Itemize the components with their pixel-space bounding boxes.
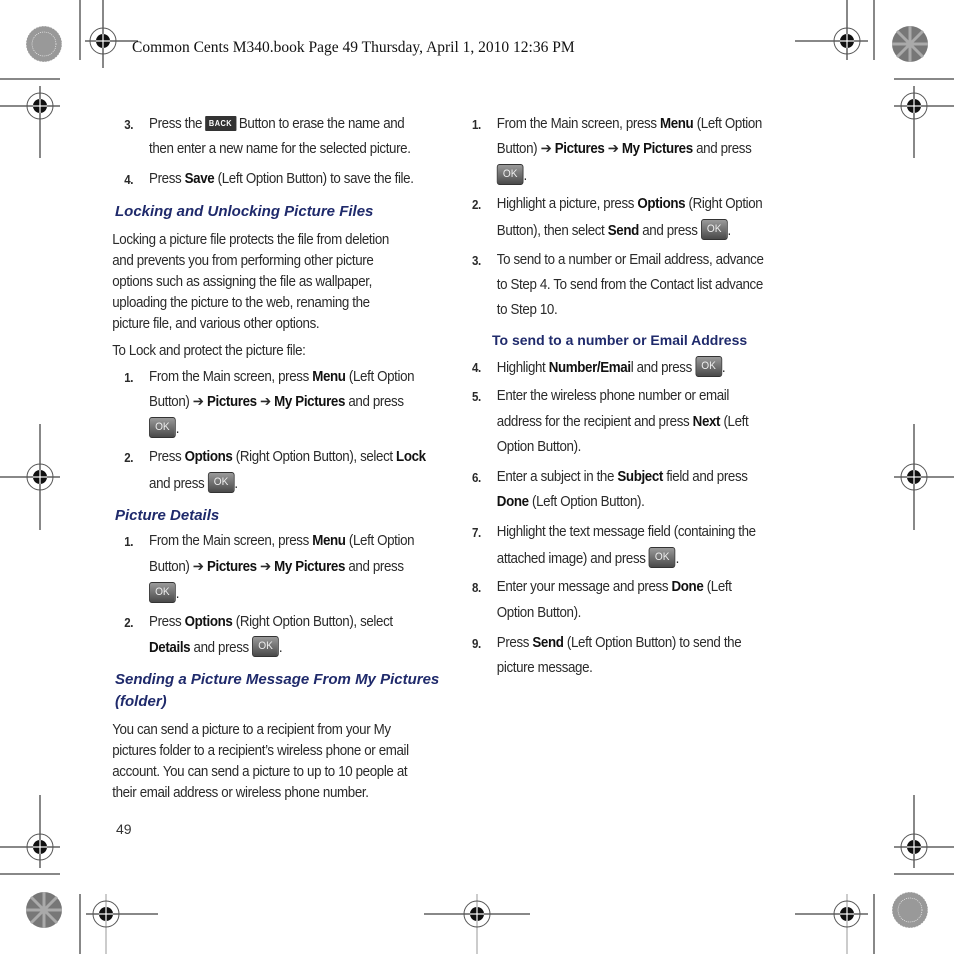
step-number: 4. (124, 173, 134, 187)
step-number: 2. (471, 198, 481, 212)
step-text: picture message. (496, 660, 593, 676)
step-number: 1. (471, 118, 481, 132)
step-text: to Step 10. (496, 302, 558, 318)
step-text: OK. (149, 582, 179, 603)
step-text: Press Send (Left Option Button) to send … (496, 635, 742, 651)
step-text: Button) ➔ Pictures ➔ My Pictures and pre… (149, 394, 404, 410)
ok-key-icon: OK (252, 636, 279, 657)
para-line: Locking a picture file protects the file… (112, 232, 389, 248)
step-text: Highlight the text message field (contai… (496, 524, 756, 540)
left-column: 3. Press the BACK Button to erase the name… (0, 0, 878, 954)
step-text: to Step 4. To send from the Contact list… (496, 277, 763, 293)
step-text: OK. (149, 417, 179, 438)
step-text: Highlight Number/Email and press OK. (497, 356, 726, 377)
step-text: Press Options (Right Option Button), sel… (149, 449, 426, 465)
intro-text: To Lock and protect the picture file: (112, 343, 306, 359)
ok-key-icon: OK (695, 356, 722, 377)
step-text: OK. (496, 164, 527, 185)
step-text: Button) ➔ Pictures ➔ My Pictures and pre… (149, 559, 404, 575)
step-text: From the Main screen, press Menu (Left O… (496, 116, 763, 132)
step-number: 5. (471, 390, 481, 404)
ok-key-icon: OK (149, 582, 176, 603)
subheading-send-number: To send to a number or Email Address (492, 332, 748, 348)
step-number: 2. (124, 451, 134, 465)
back-key-icon: BACK (204, 115, 237, 131)
para-line: pictures folder to a recipient’s wireles… (112, 743, 409, 759)
step-text: then enter a new name for the selected p… (149, 141, 411, 157)
step-number: 8. (471, 581, 481, 595)
text: Press (149, 171, 185, 187)
section-heading-locking: Locking and Unlocking Picture Files (115, 203, 374, 220)
para-line: uploading the picture to the web, renami… (112, 295, 370, 311)
step-text: Enter a subject in the Subject field and… (496, 469, 748, 485)
step-text: attached image) and press OK. (497, 547, 679, 568)
para-line: You can send a picture to a recipient fr… (112, 722, 391, 738)
step-text: Enter your message and press Done (Left (496, 579, 732, 595)
step-number: 7. (471, 526, 481, 540)
section-heading-details: Picture Details (115, 507, 220, 524)
text: Press the (149, 116, 203, 132)
para-line: account. You can send a picture to up to… (112, 764, 408, 780)
step-text: Button) ➔ Pictures ➔ My Pictures and pre… (496, 141, 752, 157)
page-number: 49 (116, 821, 132, 837)
color-bar-circle (891, 891, 929, 929)
text: Button to erase the name and (238, 116, 405, 132)
section-heading-sending-cont: (folder) (115, 693, 167, 710)
step-number: 3. (471, 254, 481, 268)
text: (Left Option Button) to save the file. (214, 171, 414, 187)
step-number: 9. (471, 637, 481, 651)
ok-key-icon: OK (149, 417, 176, 438)
step-text: To send to a number or Email address, ad… (496, 252, 764, 268)
step-text: Option Button). (496, 439, 582, 455)
step-text: Press Save (Left Option Button) to save … (149, 171, 414, 187)
color-bar-circle (892, 26, 928, 62)
step-text: Done (Left Option Button). (496, 494, 645, 510)
ok-key-icon: OK (648, 547, 676, 568)
step-text: From the Main screen, press Menu (Left O… (149, 369, 415, 385)
ok-key-icon: OK (207, 472, 235, 493)
step-text: Details and press OK. (149, 636, 283, 657)
step-text: Button), then select Send and press OK. (497, 219, 731, 240)
step-number: 1. (124, 535, 134, 549)
step-text: address for the recipient and press Next… (496, 414, 749, 430)
step-text: Press the BACK Button to erase the name an… (149, 115, 405, 132)
step-number: 1. (124, 371, 134, 385)
step-text: Option Button). (496, 605, 582, 621)
para-line: their email address or wireless phone nu… (112, 785, 369, 801)
ok-key-icon: OK (700, 219, 728, 240)
step-text: From the Main screen, press Menu (Left O… (149, 533, 415, 549)
text: Save (184, 171, 215, 187)
step-text: and press OK. (149, 472, 238, 493)
para-line: options such as assigning the file as wa… (112, 274, 372, 290)
step-number: 6. (471, 471, 481, 485)
section-heading-sending: Sending a Picture Message From My Pictur… (115, 671, 440, 688)
step-text: Enter the wireless phone number or email (496, 388, 730, 404)
step-number: 2. (124, 616, 134, 630)
para-line: and prevents you from performing other p… (112, 253, 374, 269)
step-number: 4. (471, 361, 481, 375)
step-text: Press Options (Right Option Button), sel… (149, 614, 393, 630)
step-number: 3. (124, 118, 134, 132)
ok-key-icon: OK (496, 164, 524, 185)
step-text: Highlight a picture, press Options (Righ… (496, 196, 763, 212)
para-line: picture file, and various other options. (112, 316, 320, 332)
